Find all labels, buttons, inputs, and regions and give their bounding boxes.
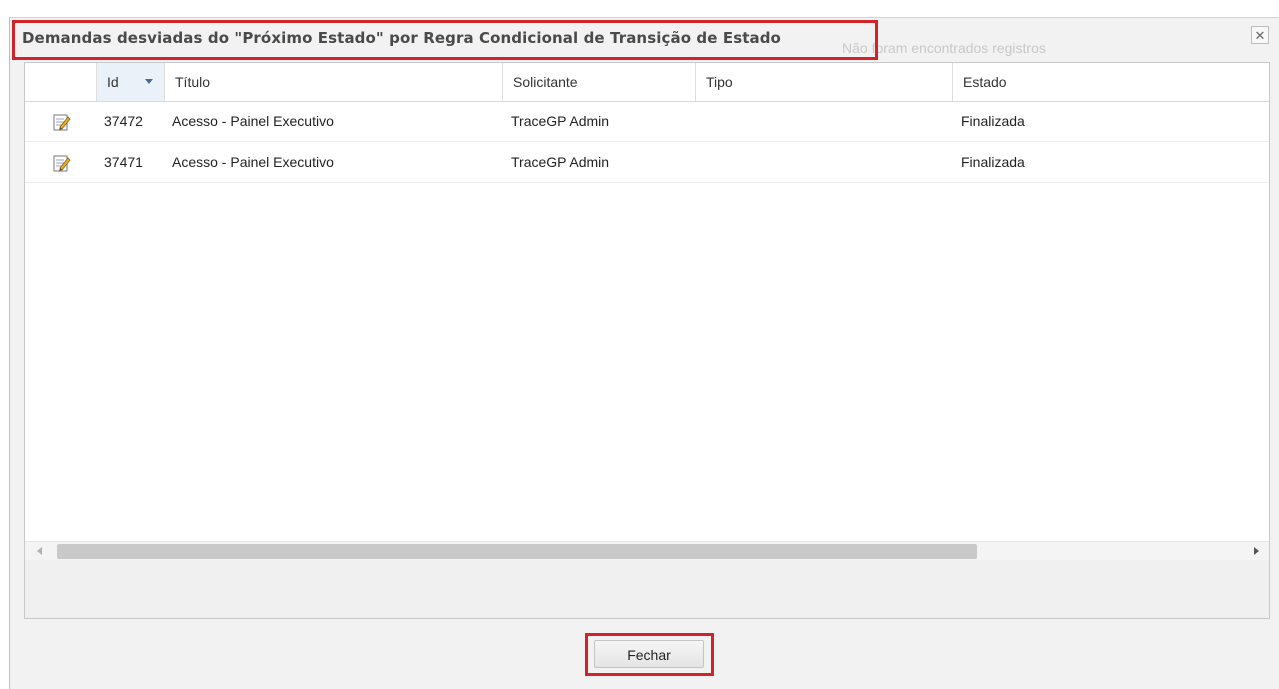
close-icon[interactable]: ✕ xyxy=(1251,26,1269,44)
cell-id: 37472 xyxy=(104,113,143,129)
header-id-label: Id xyxy=(107,74,119,90)
cell-titulo: Acesso - Painel Executivo xyxy=(172,113,334,129)
header-estado[interactable]: Estado xyxy=(953,63,1271,101)
header-solicitante[interactable]: Solicitante xyxy=(503,63,696,101)
grid-header: Id Título Solicitante Tipo Estado xyxy=(25,63,1269,102)
sort-desc-icon[interactable] xyxy=(145,79,153,84)
edit-pencil-icon[interactable] xyxy=(52,153,72,173)
results-grid: Id Título Solicitante Tipo Estado 37472 … xyxy=(24,62,1270,619)
cell-estado: Finalizada xyxy=(961,113,1025,129)
scroll-left-icon[interactable] xyxy=(37,547,42,555)
header-tipo[interactable]: Tipo xyxy=(696,63,953,101)
table-row[interactable]: 37471 Acesso - Painel Executivo TraceGP … xyxy=(25,142,1269,183)
dialog-title: Demandas desviadas do "Próximo Estado" p… xyxy=(22,29,781,47)
cell-solicitante: TraceGP Admin xyxy=(511,113,610,129)
table-row[interactable]: 37472 Acesso - Painel Executivo TraceGP … xyxy=(25,101,1269,142)
edit-pencil-icon[interactable] xyxy=(52,112,72,132)
cell-estado: Finalizada xyxy=(961,154,1025,170)
scroll-right-icon[interactable] xyxy=(1254,547,1259,555)
grid-footer-bar xyxy=(25,560,1269,618)
header-icon-column xyxy=(25,63,97,101)
cell-solicitante: TraceGP Admin xyxy=(511,154,610,170)
cell-id: 37471 xyxy=(104,154,143,170)
cell-titulo: Acesso - Painel Executivo xyxy=(172,154,334,170)
header-id[interactable]: Id xyxy=(97,63,165,101)
scrollbar-thumb[interactable] xyxy=(57,544,977,559)
header-titulo[interactable]: Título xyxy=(165,63,503,101)
fechar-button[interactable]: Fechar xyxy=(594,640,704,668)
horizontal-scrollbar[interactable] xyxy=(25,541,1269,562)
